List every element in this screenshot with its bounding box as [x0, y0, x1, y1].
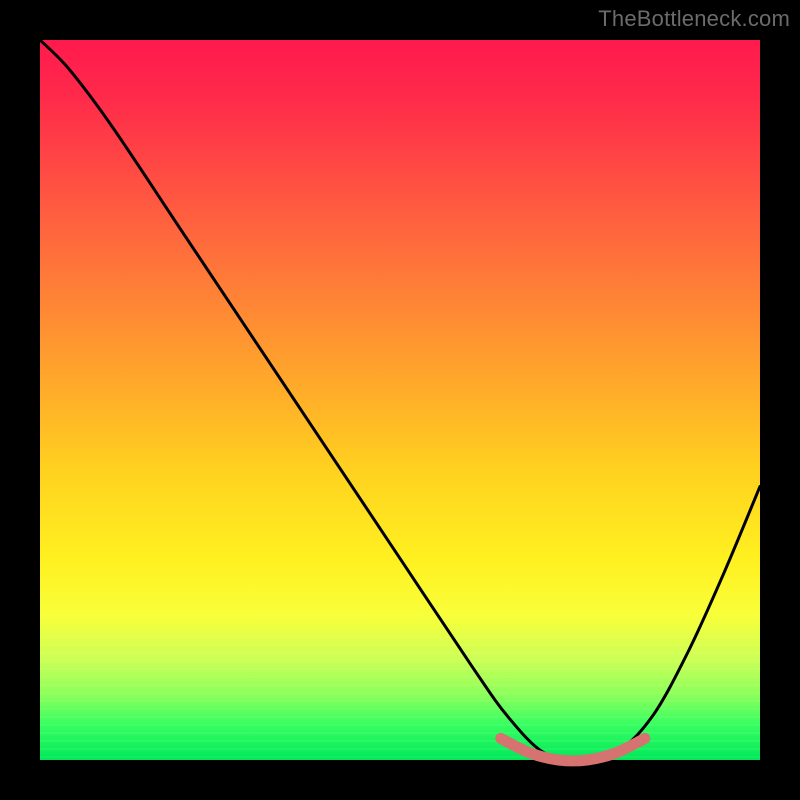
bottleneck-curve [40, 40, 760, 760]
chart-svg [40, 40, 760, 760]
chart-frame: TheBottleneck.com [0, 0, 800, 800]
optimal-band [501, 738, 645, 761]
plot-area [40, 40, 760, 760]
watermark-text: TheBottleneck.com [598, 6, 790, 32]
